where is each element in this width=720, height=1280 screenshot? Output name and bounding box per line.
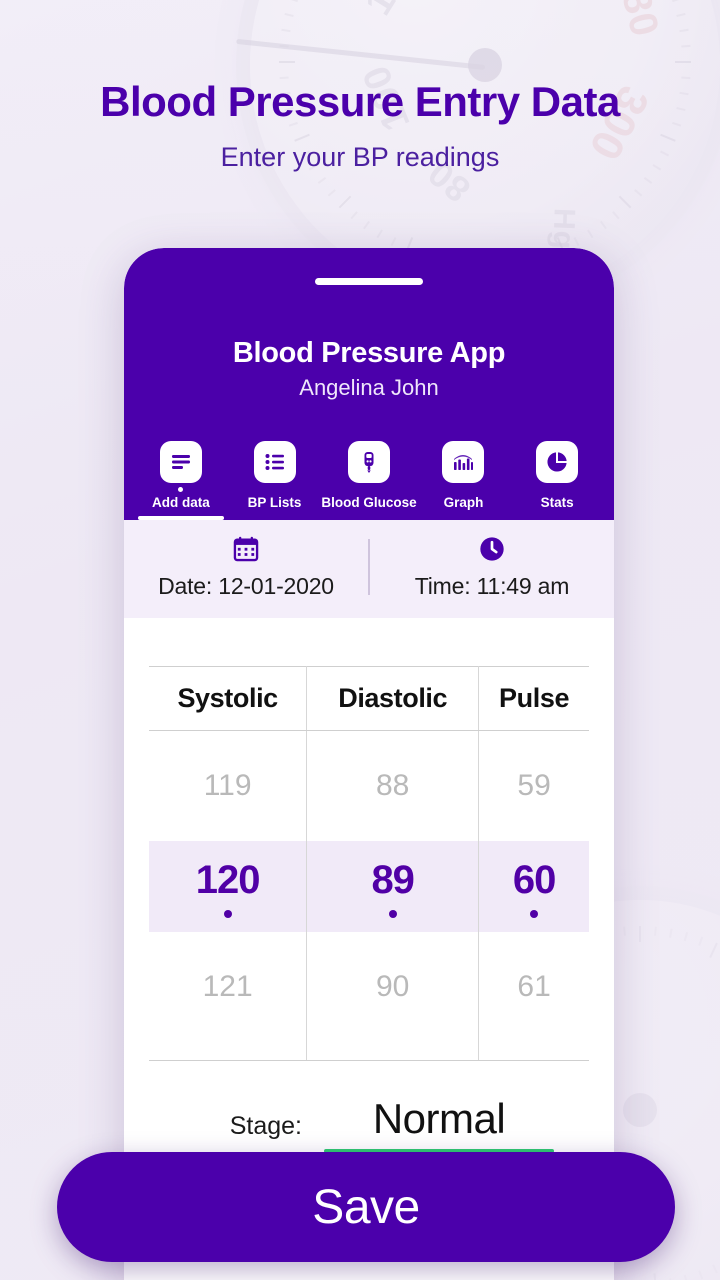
tab-bar: Add data BP Lists Blood Glucose Graph St…: [124, 419, 614, 520]
tab-add-data[interactable]: Add data: [134, 441, 228, 520]
picker-row-above[interactable]: 119 88 59: [149, 730, 589, 841]
tab-label: Graph: [443, 495, 484, 510]
systolic-below-value[interactable]: 121: [149, 932, 308, 1061]
app-username: Angelina John: [299, 375, 439, 400]
tab-active-dot: [272, 487, 277, 492]
bp-picker: Systolic Diastolic Pulse 119 88 59 120 8…: [124, 618, 614, 1061]
bp-table: Systolic Diastolic Pulse 119 88 59 120 8…: [149, 666, 589, 1061]
page-title: Blood Pressure Entry Data: [100, 78, 620, 125]
selection-dot: [223, 910, 232, 918]
phone-mockup: Blood Pressure App Angelina John Add dat…: [124, 248, 614, 1280]
tab-active-dot: [461, 487, 466, 492]
selection-dot: [388, 910, 397, 918]
calendar-icon: [232, 534, 260, 564]
pie-chart-icon: [536, 441, 579, 483]
bar-chart-icon: [442, 441, 485, 483]
pulse-below-value[interactable]: 61: [478, 932, 589, 1061]
pulse-selected[interactable]: 60: [478, 841, 589, 932]
selection-dot: [530, 910, 539, 918]
diastolic-below-value[interactable]: 90: [306, 932, 480, 1061]
clock-icon: [478, 534, 506, 564]
picker-row-below[interactable]: 121 90 61: [149, 932, 589, 1061]
glucometer-icon: [348, 441, 390, 483]
systolic-above-value[interactable]: 119: [149, 730, 308, 841]
page-subtitle: Enter your BP readings: [220, 142, 500, 172]
column-header-diastolic: Diastolic: [306, 666, 480, 731]
tab-label: Add data: [151, 495, 210, 510]
phone-speaker: [315, 278, 423, 285]
time-value: Time: 11:49 am: [414, 573, 570, 599]
pulse-selected-value: 60: [512, 858, 556, 902]
save-button[interactable]: Save: [57, 1152, 675, 1262]
date-picker[interactable]: Date: 12-01-2020: [124, 534, 368, 600]
systolic-selected-value: 120: [195, 858, 261, 902]
stage-field: Normal: [324, 1095, 554, 1153]
pulse-above-value[interactable]: 59: [478, 730, 589, 841]
app-header: Blood Pressure App Angelina John: [124, 248, 614, 419]
date-value: Date: 12-01-2020: [158, 573, 334, 599]
tab-label: Stats: [540, 495, 574, 510]
diastolic-selected-value: 89: [371, 858, 414, 902]
tab-blood-glucose[interactable]: Blood Glucose: [321, 441, 417, 520]
tab-active-dot: [178, 487, 184, 492]
diastolic-above-value[interactable]: 88: [306, 730, 480, 841]
tab-bp-lists[interactable]: BP Lists: [228, 441, 322, 520]
tab-graph[interactable]: Graph: [417, 441, 511, 520]
time-picker[interactable]: Time: 11:49 am: [370, 534, 614, 600]
list-icon: [253, 441, 296, 483]
tab-stats[interactable]: Stats: [510, 441, 604, 520]
stage-row: Stage: Normal: [124, 1061, 614, 1153]
tab-active-dot: [555, 487, 560, 492]
app-title: Blood Pressure App: [232, 337, 506, 369]
column-header-systolic: Systolic: [149, 666, 308, 731]
tab-label: Blood Glucose: [321, 495, 417, 510]
column-header-pulse: Pulse: [478, 666, 589, 731]
tab-active-dot: [367, 487, 372, 492]
tab-label: BP Lists: [247, 495, 302, 510]
table-header-row: Systolic Diastolic Pulse: [149, 666, 589, 731]
stage-label: Stage:: [229, 1112, 302, 1140]
picker-row-selected[interactable]: 120 89 60: [149, 841, 589, 932]
diastolic-selected[interactable]: 89: [306, 841, 480, 932]
systolic-selected[interactable]: 120: [149, 841, 308, 932]
page-heading: Blood Pressure Entry Data Enter your BP …: [0, 0, 720, 173]
stage-value: Normal: [372, 1095, 506, 1142]
add-data-icon: [159, 441, 202, 483]
datetime-strip: Date: 12-01-2020 Time: 11:49 am: [124, 520, 614, 618]
